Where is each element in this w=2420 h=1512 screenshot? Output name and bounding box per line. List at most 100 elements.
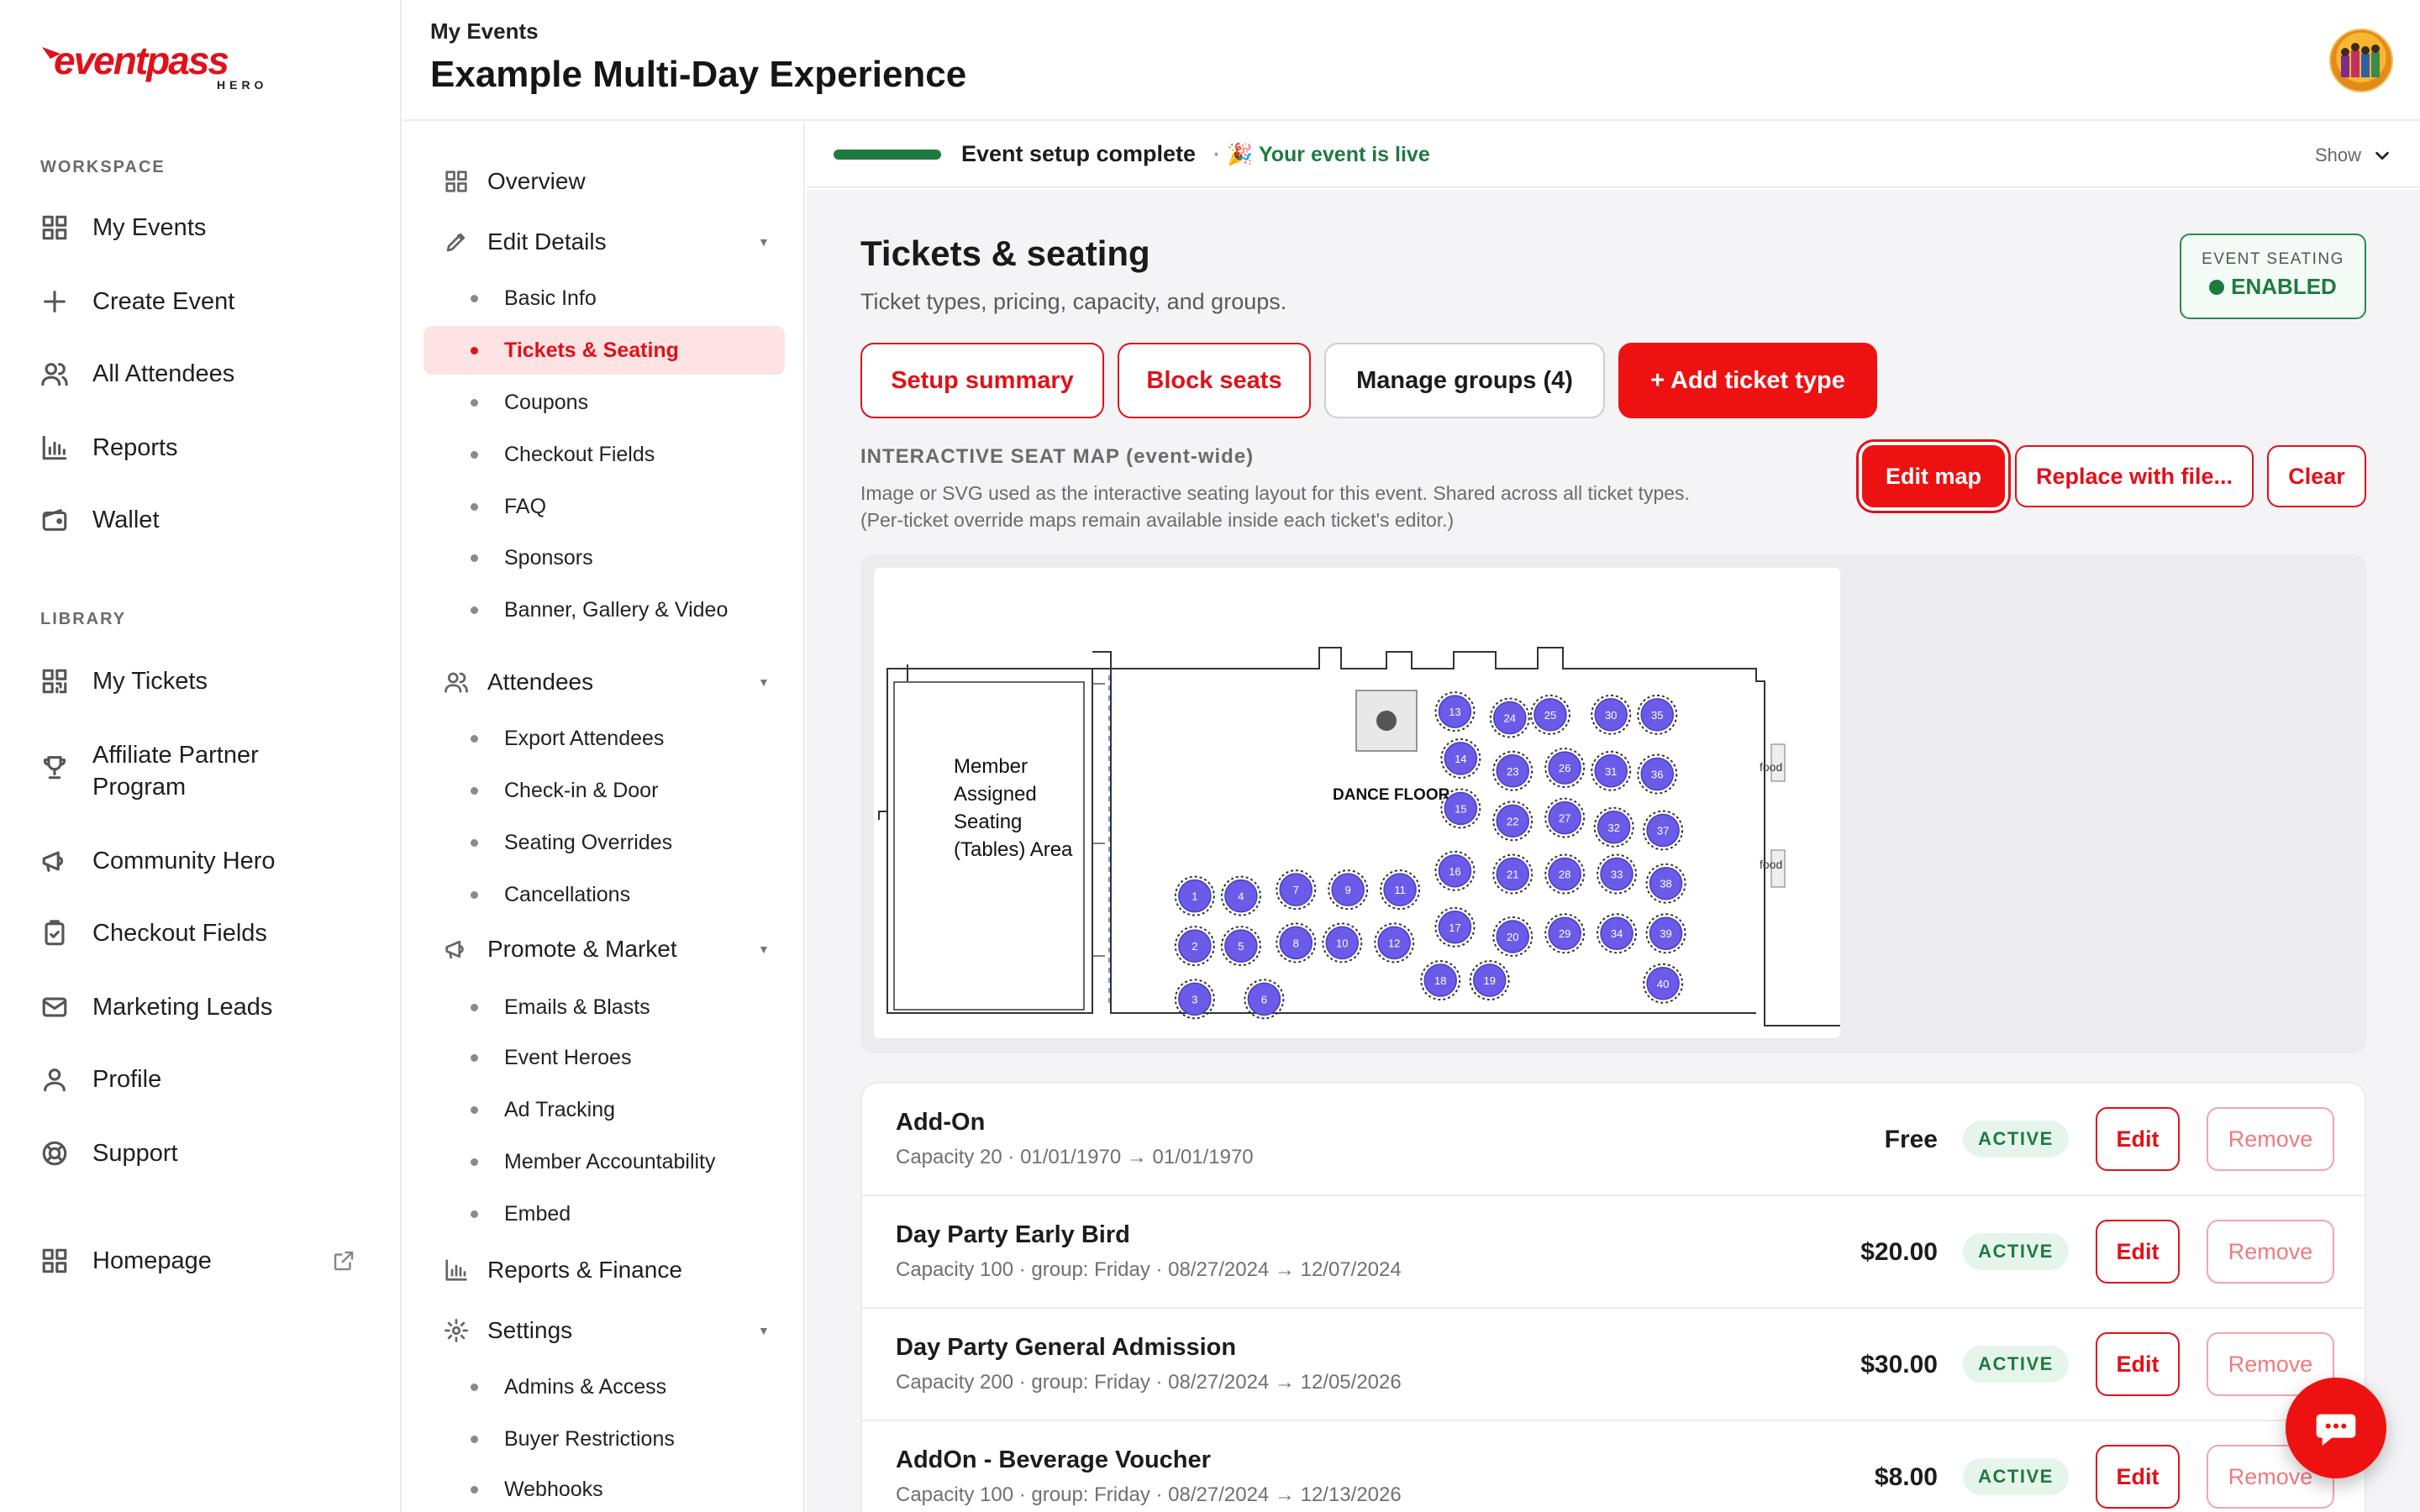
seat-table-35[interactable]: 35 — [1637, 694, 1678, 735]
chat-button[interactable] — [2286, 1378, 2386, 1478]
avatar[interactable] — [2329, 29, 2393, 92]
seat-table-33[interactable]: 33 — [1597, 853, 1638, 895]
seat-table-8[interactable]: 8 — [1276, 922, 1317, 963]
subnav-item-seating-overrides[interactable]: Seating Overrides — [424, 818, 785, 867]
subnav-item-admins-access[interactable]: Admins & Access — [424, 1362, 785, 1411]
seat-table-38[interactable]: 38 — [1645, 863, 1686, 904]
setup-summary-button[interactable]: Setup summary — [860, 343, 1104, 418]
subnav-promote-market[interactable]: Promote & Market ▼ — [444, 936, 770, 963]
seat-table-20[interactable]: 20 — [1492, 916, 1534, 957]
seat-table-2[interactable]: 2 — [1174, 926, 1215, 967]
subnav-reports-finance[interactable]: Reports & Finance — [444, 1257, 682, 1284]
manage-groups-button[interactable]: Manage groups (4) — [1324, 343, 1605, 418]
sidebar-item-affiliate-partner-program[interactable]: Affiliate Partner Program — [40, 739, 259, 803]
subnav-item-banner-gallery-video[interactable]: Banner, Gallery & Video — [424, 585, 785, 634]
seat-table-29[interactable]: 29 — [1544, 913, 1586, 954]
sidebar-item-wallet[interactable]: Wallet — [40, 506, 160, 534]
seat-table-7[interactable]: 7 — [1276, 869, 1317, 911]
seat-table-4[interactable]: 4 — [1220, 875, 1261, 916]
remove-ticket-button[interactable]: Remove — [2207, 1107, 2334, 1171]
eventpass-logo[interactable]: eventpass HERO — [39, 37, 266, 96]
seat-table-39[interactable]: 39 — [1645, 913, 1686, 954]
edit-ticket-button[interactable]: Edit — [2096, 1332, 2180, 1396]
subnav-edit-details[interactable]: Edit Details ▼ — [444, 228, 770, 255]
seat-map-image[interactable]: Member Assigned Seating (Tables) Area DA… — [874, 568, 1840, 1038]
replace-with-file-button[interactable]: Replace with file... — [2015, 445, 2254, 507]
subnav-item-export-attendees[interactable]: Export Attendees — [424, 714, 785, 763]
sidebar-item-my-tickets[interactable]: My Tickets — [40, 667, 208, 696]
edit-map-button[interactable]: Edit map — [1862, 445, 2005, 507]
edit-ticket-button[interactable]: Edit — [2096, 1107, 2180, 1171]
remove-ticket-button[interactable]: Remove — [2207, 1220, 2334, 1284]
seat-table-22[interactable]: 22 — [1492, 801, 1534, 842]
seat-table-17[interactable]: 17 — [1434, 906, 1476, 948]
sidebar-item-marketing-leads[interactable]: Marketing Leads — [40, 993, 272, 1021]
seat-table-19[interactable]: 19 — [1469, 960, 1510, 1001]
sidebar-item-homepage[interactable]: Homepage — [40, 1247, 212, 1275]
seat-table-18[interactable]: 18 — [1420, 960, 1461, 1001]
sidebar-item-create-event[interactable]: Create Event — [40, 287, 234, 316]
seat-table-25[interactable]: 25 — [1529, 694, 1570, 735]
seat-table-32[interactable]: 32 — [1593, 806, 1634, 848]
subnav-item-buyer-restrictions[interactable]: Buyer Restrictions — [424, 1415, 785, 1463]
edit-ticket-button[interactable]: Edit — [2096, 1445, 2180, 1509]
external-link-icon[interactable] — [331, 1248, 356, 1273]
subnav-item-ad-tracking[interactable]: Ad Tracking — [424, 1085, 785, 1134]
subnav-item-tickets-seating[interactable]: Tickets & Seating — [424, 326, 785, 375]
ticket-row[interactable]: Add-On Capacity 20 · 01/01/1970 → 01/01/… — [862, 1084, 2365, 1196]
seat-table-14[interactable]: 14 — [1440, 738, 1481, 779]
grid-icon — [40, 1247, 69, 1275]
seat-table-31[interactable]: 31 — [1591, 750, 1632, 791]
subnav-item-sponsors[interactable]: Sponsors — [424, 533, 785, 582]
add-ticket-type-button[interactable]: + Add ticket type — [1618, 343, 1877, 418]
subnav-item-check-in-door[interactable]: Check-in & Door — [424, 766, 785, 815]
subnav-item-event-heroes[interactable]: Event Heroes — [424, 1033, 785, 1082]
sidebar-item-checkout-fields[interactable]: Checkout Fields — [40, 919, 267, 948]
subnav-item-emails-blasts[interactable]: Emails & Blasts — [424, 983, 785, 1032]
sidebar-item-profile[interactable]: Profile — [40, 1065, 161, 1094]
sidebar-item-my-events[interactable]: My Events — [40, 213, 206, 242]
show-toggle-button[interactable]: Show — [2315, 144, 2391, 166]
ticket-row[interactable]: AddOn - Beverage Voucher Capacity 100 · … — [862, 1421, 2365, 1512]
seat-table-27[interactable]: 27 — [1544, 797, 1586, 838]
subnav-overview[interactable]: Overview — [444, 168, 586, 195]
edit-ticket-button[interactable]: Edit — [2096, 1220, 2180, 1284]
seat-table-30[interactable]: 30 — [1591, 694, 1632, 735]
sidebar-item-support[interactable]: Support — [40, 1139, 178, 1168]
subnav-item-checkout-fields[interactable]: Checkout Fields — [424, 430, 785, 479]
seat-table-40[interactable]: 40 — [1643, 963, 1684, 1004]
seat-table-24[interactable]: 24 — [1489, 697, 1530, 738]
seat-table-37[interactable]: 37 — [1643, 810, 1684, 851]
seat-table-28[interactable]: 28 — [1544, 853, 1586, 895]
block-seats-button[interactable]: Block seats — [1118, 343, 1311, 418]
seat-table-10[interactable]: 10 — [1322, 922, 1363, 963]
seat-table-11[interactable]: 11 — [1380, 869, 1421, 911]
subnav-item-webhooks[interactable]: Webhooks — [424, 1465, 785, 1512]
breadcrumb[interactable]: My Events — [430, 18, 539, 45]
seat-table-9[interactable]: 9 — [1328, 869, 1369, 911]
subnav-attendees[interactable]: Attendees ▼ — [444, 669, 770, 696]
seat-table-12[interactable]: 12 — [1374, 922, 1415, 963]
subnav-item-coupons[interactable]: Coupons — [424, 378, 785, 427]
subnav-settings[interactable]: Settings ▼ — [444, 1317, 770, 1344]
subnav-item-basic-info[interactable]: Basic Info — [424, 274, 785, 323]
sidebar-item-reports[interactable]: Reports — [40, 433, 178, 462]
seat-table-13[interactable]: 13 — [1434, 691, 1476, 732]
subnav-item-member-accountability[interactable]: Member Accountability — [424, 1137, 785, 1186]
subnav-item-embed[interactable]: Embed — [424, 1189, 785, 1238]
ticket-row[interactable]: Day Party Early Bird Capacity 100 · grou… — [862, 1196, 2365, 1309]
seat-table-5[interactable]: 5 — [1220, 926, 1261, 967]
seat-table-34[interactable]: 34 — [1597, 913, 1638, 954]
seat-table-36[interactable]: 36 — [1637, 753, 1678, 795]
sidebar-item-community-hero[interactable]: Community Hero — [40, 847, 276, 875]
seat-table-23[interactable]: 23 — [1492, 750, 1534, 791]
ticket-row[interactable]: Day Party General Admission Capacity 200… — [862, 1309, 2365, 1421]
seat-table-1[interactable]: 1 — [1174, 875, 1215, 916]
seat-table-21[interactable]: 21 — [1492, 853, 1534, 895]
subnav-item-cancellations[interactable]: Cancellations — [424, 870, 785, 919]
seat-table-16[interactable]: 16 — [1434, 850, 1476, 891]
seat-table-26[interactable]: 26 — [1544, 748, 1586, 789]
sidebar-item-all-attendees[interactable]: All Attendees — [40, 360, 234, 388]
clear-map-button[interactable]: Clear — [2267, 445, 2366, 507]
subnav-item-faq[interactable]: FAQ — [424, 482, 785, 531]
